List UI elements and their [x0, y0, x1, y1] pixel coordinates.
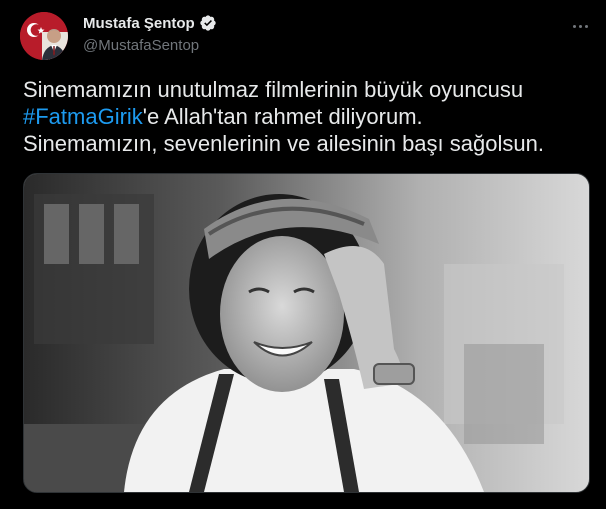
photo-image: [24, 174, 589, 492]
tweet-text-line3: Sinemamızın, sevenlerinin ve ailesinin b…: [23, 131, 544, 156]
author-avatar[interactable]: [20, 12, 68, 60]
hashtag-link[interactable]: #FatmaGirik: [23, 104, 143, 129]
more-options-icon[interactable]: [566, 12, 594, 40]
tweet-text-line1: Sinemamızın unutulmaz filmlerinin büyük …: [23, 77, 524, 102]
author-name-row: Mustafa Şentop: [83, 14, 217, 32]
author-handle[interactable]: @MustafaSentop: [83, 37, 199, 54]
verified-badge-icon: [199, 14, 217, 32]
tweet-text: Sinemamızın unutulmaz filmlerinin büyük …: [23, 76, 593, 157]
avatar-image: [20, 12, 68, 60]
tweet: Mustafa Şentop @MustafaSentop Sinemamızı…: [0, 0, 606, 509]
tweet-photo[interactable]: [23, 173, 590, 493]
author-display-name[interactable]: Mustafa Şentop: [83, 15, 195, 32]
tweet-text-line2: 'e Allah'tan rahmet diliyorum.: [142, 104, 423, 129]
